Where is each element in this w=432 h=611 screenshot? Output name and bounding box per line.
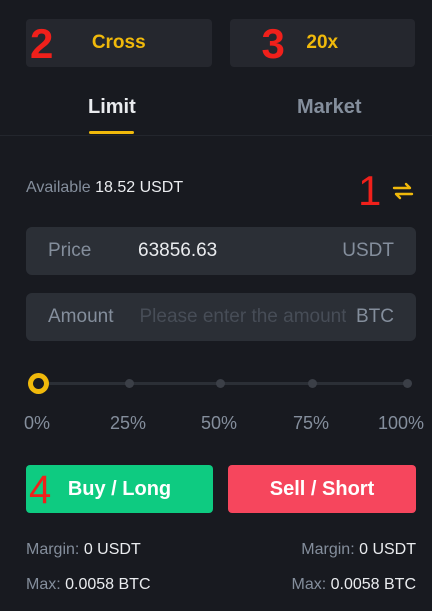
leverage-button[interactable]: 3 20x <box>229 19 415 67</box>
amount-input[interactable] <box>139 306 346 328</box>
margin-mode-label: Cross <box>91 32 146 53</box>
available-balance: Available 18.52 USDT <box>26 179 183 197</box>
transfer-icon[interactable] <box>392 180 414 202</box>
annotation-3: 3 <box>261 20 285 67</box>
slider-label-50[interactable]: 50% <box>201 413 237 434</box>
amount-field[interactable]: Amount BTC <box>26 293 416 341</box>
slider-label-75[interactable]: 75% <box>293 413 329 434</box>
sell-max-info: Max: 0.0058 BTC <box>291 576 416 594</box>
slider-label-100[interactable]: 100% <box>378 413 424 434</box>
tab-limit[interactable]: Limit <box>88 96 136 119</box>
buy-long-label: Buy / Long <box>67 477 172 500</box>
available-value: 18.52 USDT <box>95 179 184 196</box>
order-type-tabs: Limit Market <box>0 90 432 136</box>
amount-label: Amount <box>48 306 114 327</box>
sell-margin-info: Margin: 0 USDT <box>301 541 416 559</box>
margin-mode-button[interactable]: 2 Cross <box>26 19 212 67</box>
slider-mark-50[interactable] <box>216 379 225 388</box>
available-label: Available <box>26 179 91 196</box>
buy-margin-label: Margin: <box>26 541 80 558</box>
slider-mark-75[interactable] <box>308 379 317 388</box>
slider-mark-100[interactable] <box>403 379 412 388</box>
sell-short-label: Sell / Short <box>269 477 375 500</box>
slider-thumb[interactable] <box>28 373 49 394</box>
leverage-label: 20x <box>306 32 339 53</box>
sell-max-value: 0.0058 BTC <box>330 576 416 593</box>
tab-market[interactable]: Market <box>297 96 361 119</box>
slider-label-25[interactable]: 25% <box>110 413 146 434</box>
price-unit: USDT <box>342 240 394 261</box>
price-field[interactable]: Price 63856.63 USDT <box>26 227 416 275</box>
top-controls: 2 Cross 3 20x <box>26 19 415 67</box>
sell-margin-label: Margin: <box>301 541 355 558</box>
annotation-1: 1 <box>358 167 382 214</box>
buy-max-info: Max: 0.0058 BTC <box>26 576 151 594</box>
amount-slider[interactable] <box>26 372 416 396</box>
sell-short-button[interactable]: Sell / Short <box>228 465 416 513</box>
annotation-4: 4 <box>29 468 52 512</box>
price-label: Price <box>48 240 92 261</box>
price-value[interactable]: 63856.63 <box>138 240 332 262</box>
amount-unit: BTC <box>356 306 394 327</box>
buy-margin-info: Margin: 0 USDT <box>26 541 141 559</box>
buy-max-label: Max: <box>26 576 61 593</box>
sell-margin-value: 0 USDT <box>359 541 416 558</box>
buy-margin-value: 0 USDT <box>83 541 141 558</box>
slider-label-0[interactable]: 0% <box>24 413 50 434</box>
buy-long-button[interactable]: Buy / Long <box>26 465 213 513</box>
slider-mark-25[interactable] <box>125 379 134 388</box>
active-tab-indicator <box>89 131 134 134</box>
buy-max-value: 0.0058 BTC <box>65 576 151 593</box>
sell-max-label: Max: <box>291 576 327 593</box>
annotation-2: 2 <box>30 20 54 67</box>
